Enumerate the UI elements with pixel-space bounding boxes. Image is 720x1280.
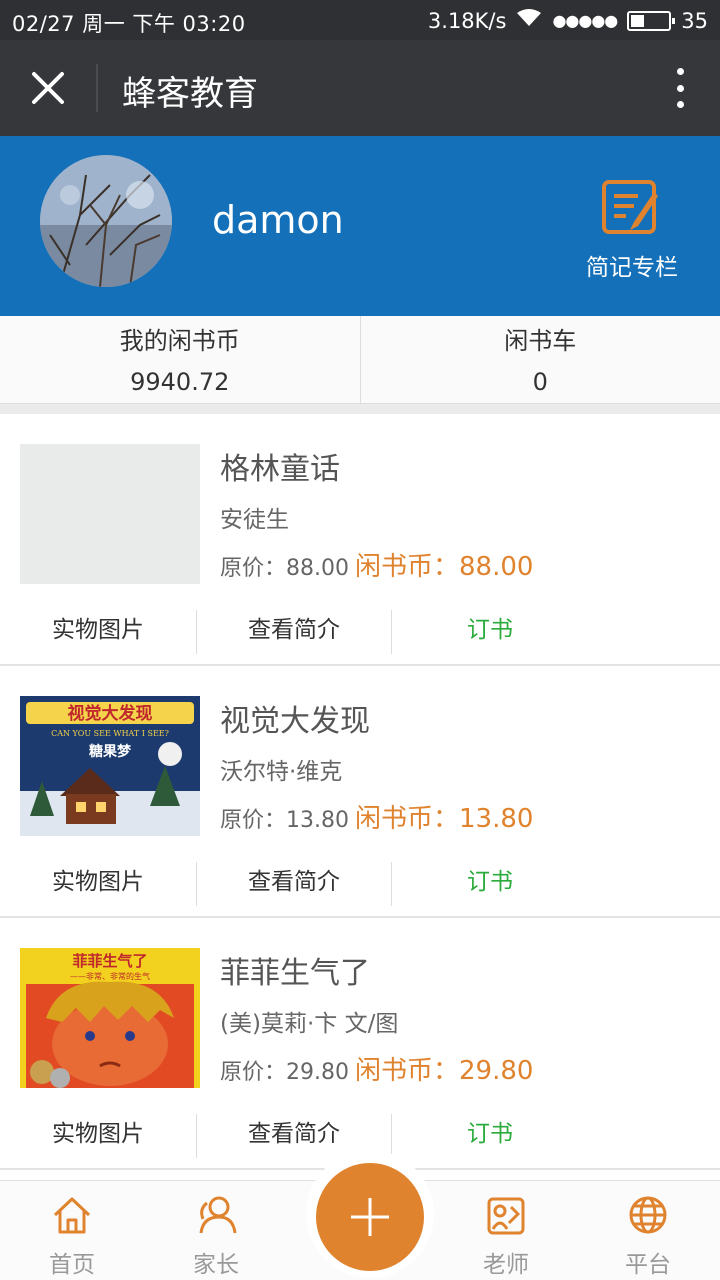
teacher-icon — [456, 1193, 556, 1237]
status-datetime: 02/27 周一 下午 03:20 — [12, 12, 246, 36]
coins-label: 我的闲书币 — [119, 327, 240, 355]
battery-icon — [627, 10, 676, 31]
book-prices: 原价： 88.00 闲书币： 88.00 — [220, 546, 533, 583]
cover-subtitle: CAN YOU SEE WHAT I SEE? — [51, 729, 169, 738]
book-title[interactable]: 格林童话 — [220, 444, 340, 488]
globe-icon — [598, 1193, 698, 1237]
title-bar: 蜂客教育 — [0, 40, 720, 136]
book-prices: 原价： 29.80 闲书币： 29.80 — [220, 1050, 533, 1087]
avatar[interactable] — [40, 155, 172, 287]
price-label: 原价： — [220, 808, 287, 833]
price-value: 29.80 — [286, 1060, 349, 1085]
coins-value: 9940.72 — [130, 368, 230, 396]
close-button[interactable] — [18, 58, 78, 118]
book-cover-placeholder[interactable] — [20, 444, 200, 584]
tab-parent[interactable]: 家长 — [166, 1193, 266, 1279]
wifi-icon — [516, 8, 542, 33]
coin-price-value: 88.00 — [459, 552, 534, 582]
book-cover[interactable]: 视觉大发现 CAN YOU SEE WHAT I SEE? 糖果梦 — [20, 696, 200, 836]
order-button[interactable]: 订书 — [392, 610, 588, 654]
battery-level: 35 — [681, 8, 708, 33]
more-vertical-icon[interactable] — [662, 62, 698, 114]
wallet-row: 我的闲书币 9940.72 闲书车 0 — [0, 316, 720, 404]
page-title: 蜂客教育 — [122, 74, 258, 114]
tab-parent-label: 家长 — [193, 1252, 239, 1278]
cart-label: 闲书车 — [504, 327, 577, 355]
book-author: (美)莫莉·卞 文/图 — [220, 1011, 399, 1037]
photo-button[interactable]: 实物图片 — [0, 610, 196, 654]
coin-price-label: 闲书币： — [355, 804, 460, 834]
price-label: 原价： — [220, 556, 287, 581]
book-cover[interactable]: 菲菲生气了 ——非常、非常的生气 — [20, 948, 200, 1088]
book-author: 安徒生 — [220, 507, 289, 533]
book-item: 视觉大发现 CAN YOU SEE WHAT I SEE? 糖果梦 视觉大发现 … — [0, 666, 720, 918]
notes-column-label: 简记专栏 — [586, 255, 678, 281]
signal-icon: ●●●●● — [552, 11, 618, 30]
close-icon — [32, 72, 64, 104]
tab-teacher-label: 老师 — [483, 1252, 529, 1278]
tab-home-label: 首页 — [49, 1252, 95, 1278]
book-actions: 实物图片 查看简介 订书 — [0, 610, 720, 654]
profile-header: damon 简记专栏 — [0, 136, 720, 316]
cart-cell[interactable]: 闲书车 0 — [359, 316, 720, 403]
book-actions: 实物图片 查看简介 订书 — [0, 862, 720, 906]
home-icon — [22, 1193, 122, 1237]
status-indicators: 3.18K/s ●●●●● 35 — [428, 8, 708, 33]
book-list: 格林童话 安徒生 原价： 88.00 闲书币： 88.00 实物图片 查看简介 … — [0, 414, 720, 1170]
book-title[interactable]: 视觉大发现 — [220, 696, 370, 740]
book-item: 菲菲生气了 ——非常、非常的生气 菲菲生气了 (美)莫莉·卞 文/图 原价： 2… — [0, 918, 720, 1170]
tab-home[interactable]: 首页 — [22, 1193, 122, 1279]
notepad-icon — [602, 180, 658, 234]
coin-price-value: 13.80 — [459, 804, 534, 834]
photo-button[interactable]: 实物图片 — [0, 862, 196, 906]
add-button[interactable] — [316, 1163, 424, 1271]
cover-subtitle: ——非常、非常的生气 — [70, 971, 150, 981]
coins-cell[interactable]: 我的闲书币 9940.72 — [0, 316, 360, 403]
book-item: 格林童话 安徒生 原价： 88.00 闲书币： 88.00 实物图片 查看简介 … — [0, 414, 720, 666]
coin-price-label: 闲书币： — [355, 1056, 460, 1086]
network-speed: 3.18K/s — [427, 8, 507, 33]
coin-price-value: 29.80 — [459, 1056, 534, 1086]
username: damon — [212, 198, 344, 242]
book-prices: 原价： 13.80 闲书币： 13.80 — [220, 798, 533, 835]
plus-icon — [351, 1198, 389, 1236]
price-value: 13.80 — [286, 808, 349, 833]
notes-column-button[interactable]: 简记专栏 — [580, 178, 684, 282]
book-author: 沃尔特·维克 — [220, 759, 343, 785]
section-separator — [0, 404, 720, 414]
cover-title: 视觉大发现 — [68, 703, 153, 724]
coin-price-label: 闲书币： — [355, 552, 460, 582]
cover-subtitle-2: 糖果梦 — [89, 743, 132, 760]
intro-button[interactable]: 查看简介 — [196, 862, 392, 906]
book-title[interactable]: 菲菲生气了 — [220, 948, 370, 992]
tab-teacher[interactable]: 老师 — [456, 1193, 556, 1279]
order-button[interactable]: 订书 — [392, 862, 588, 906]
title-divider — [96, 64, 98, 112]
status-bar: 02/27 周一 下午 03:20 3.18K/s ●●●●● 35 — [0, 0, 720, 40]
price-value: 88.00 — [286, 556, 349, 581]
intro-button[interactable]: 查看简介 — [196, 610, 392, 654]
cart-value: 0 — [532, 368, 548, 396]
cover-title: 菲菲生气了 — [72, 952, 147, 970]
user-icon — [166, 1193, 266, 1237]
tab-platform[interactable]: 平台 — [598, 1193, 698, 1279]
photo-button[interactable]: 实物图片 — [0, 1114, 196, 1158]
price-label: 原价： — [220, 1060, 287, 1085]
order-button[interactable]: 订书 — [392, 1114, 588, 1158]
tab-platform-label: 平台 — [625, 1252, 671, 1278]
